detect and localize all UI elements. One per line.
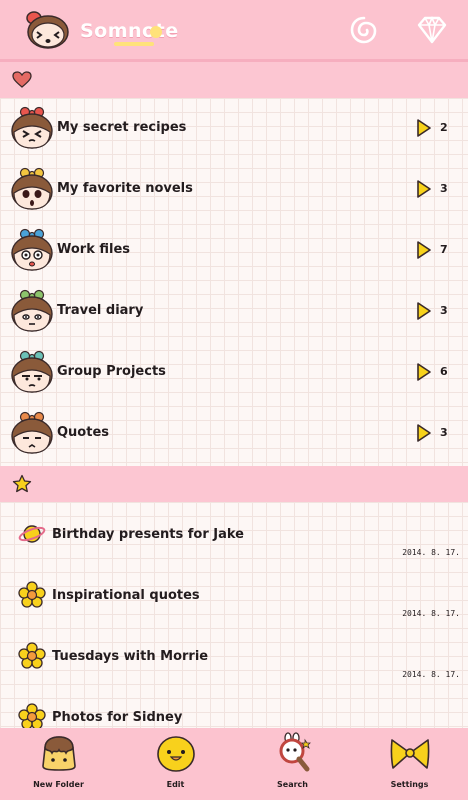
- heart-icon: [12, 71, 32, 88]
- logo-dot: [150, 26, 162, 38]
- note-date: 2014. 8. 17.: [402, 670, 460, 679]
- folder-avatar-icon: [11, 289, 53, 332]
- play-arrow-icon: [417, 119, 431, 137]
- folder-count: 2: [440, 121, 448, 134]
- note-row[interactable]: Photos for Sidney: [0, 685, 468, 728]
- note-title: Birthday presents for Jake: [52, 527, 244, 542]
- folder-row[interactable]: Group Projects 6: [0, 342, 468, 403]
- folder-name: My secret recipes: [57, 120, 187, 135]
- new-folder-label: New Folder: [33, 780, 84, 789]
- folder-row[interactable]: My favorite novels 3: [0, 159, 468, 220]
- folder-avatar-icon: [11, 167, 53, 210]
- note-title: Inspirational quotes: [52, 588, 200, 603]
- new-folder-button[interactable]: New Folder: [0, 728, 117, 800]
- folder-row[interactable]: Travel diary 3: [0, 281, 468, 342]
- flower-icon: [18, 703, 46, 728]
- note-title: Tuesdays with Morrie: [52, 649, 209, 664]
- diamond-icon[interactable]: [416, 14, 448, 46]
- magnifier-bunny-icon: [279, 732, 311, 772]
- note-date: 2014. 8. 17.: [402, 609, 460, 618]
- folder-count: 3: [440, 426, 448, 439]
- swirl-refresh-icon[interactable]: [348, 14, 380, 46]
- play-arrow-icon: [417, 363, 431, 381]
- folder-avatar-icon: [11, 228, 53, 271]
- bottom-toolbar: New Folder Edit Search Settings: [0, 728, 468, 800]
- planet-icon: [18, 525, 46, 543]
- flower-icon: [18, 642, 46, 669]
- star-icon: [12, 474, 32, 493]
- folder-name: Quotes: [57, 425, 110, 440]
- edit-label: Edit: [166, 780, 185, 789]
- note-row[interactable]: Inspirational quotes 2014. 8. 17.: [0, 563, 468, 624]
- note-row[interactable]: Tuesdays with Morrie 2014. 8. 17.: [0, 624, 468, 685]
- folder-count: 6: [440, 365, 448, 378]
- folder-name: My favorite novels: [57, 181, 193, 196]
- note-row[interactable]: Birthday presents for Jake 2014. 8. 17.: [0, 502, 468, 563]
- flower-icon: [18, 581, 46, 608]
- folder-name: Work files: [57, 242, 131, 257]
- notes-section-header: [0, 466, 468, 502]
- folder-row[interactable]: Work files 7: [0, 220, 468, 281]
- note-date: 2014. 8. 17.: [402, 548, 460, 557]
- folder-row[interactable]: My secret recipes 2: [0, 98, 468, 159]
- folder-row[interactable]: Quotes 3: [0, 403, 468, 464]
- folder-count: 7: [440, 243, 448, 256]
- logo-underline: [114, 42, 154, 46]
- play-arrow-icon: [417, 302, 431, 320]
- settings-label: Settings: [390, 780, 429, 789]
- folder-name: Travel diary: [57, 303, 144, 318]
- logo-girl-icon: [26, 11, 69, 49]
- pudding-icon: [42, 736, 76, 771]
- play-arrow-icon: [417, 424, 431, 442]
- search-button[interactable]: Search: [234, 728, 351, 800]
- folder-count: 3: [440, 304, 448, 317]
- settings-button[interactable]: Settings: [351, 728, 468, 800]
- folder-avatar-icon: [11, 350, 53, 393]
- play-arrow-icon: [417, 180, 431, 198]
- app-logo-text: Somnote: [80, 20, 179, 42]
- play-arrow-icon: [417, 241, 431, 259]
- note-list: Birthday presents for Jake 2014. 8. 17. In…: [0, 502, 468, 728]
- folder-avatar-icon: [11, 411, 53, 454]
- folders-section-header: [0, 62, 468, 98]
- search-label: Search: [277, 780, 308, 789]
- app-header: Somnote: [0, 0, 468, 62]
- bow-icon: [390, 739, 430, 769]
- folder-avatar-icon: [11, 106, 53, 149]
- chick-icon: [157, 736, 195, 772]
- folder-count: 3: [440, 182, 448, 195]
- folder-name: Group Projects: [57, 364, 166, 379]
- folder-list: My secret recipes 2 My favorite novels 3 Wor…: [0, 98, 468, 466]
- edit-button[interactable]: Edit: [117, 728, 234, 800]
- note-title: Photos for Sidney: [52, 710, 183, 725]
